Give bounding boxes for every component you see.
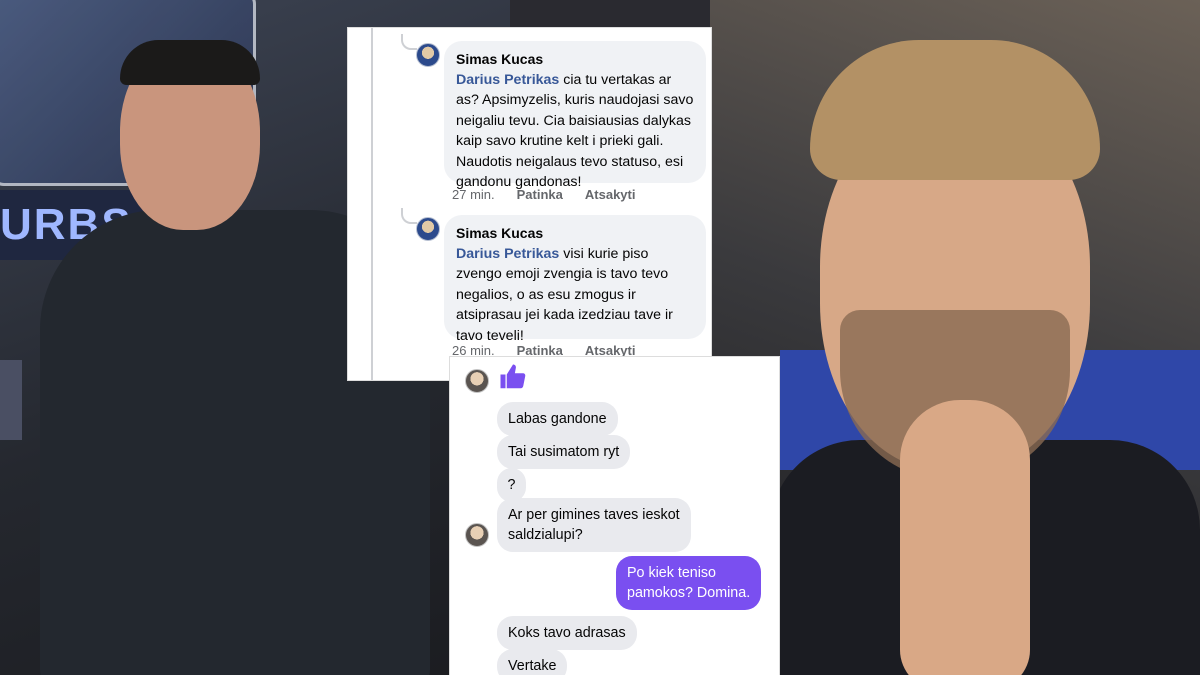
mention-link[interactable]: Darius Petrikas bbox=[456, 72, 559, 88]
contact-avatar[interactable] bbox=[465, 369, 489, 393]
messenger-chat: Labas gandone Tai susimatom ryt ? Ar per… bbox=[450, 357, 779, 675]
message-bubble: Tai susimatom ryt bbox=[497, 435, 631, 469]
sent-message-bubble: Po kiek teniso pamokos? Domina. bbox=[616, 556, 762, 610]
comment-time[interactable]: 26 min. bbox=[452, 343, 495, 358]
like-link[interactable]: Patinka bbox=[517, 343, 563, 358]
comment-time[interactable]: 27 min. bbox=[452, 187, 495, 202]
comment-meta: 26 min. Patinka Atsakyti bbox=[452, 343, 657, 358]
reply-link[interactable]: Atsakyti bbox=[585, 343, 636, 358]
message-bubble: Labas gandone bbox=[497, 402, 618, 436]
hair bbox=[810, 40, 1100, 180]
comment-text: cia tu vertakas ar as? Apsimyzelis, kuri… bbox=[456, 71, 694, 191]
comment-author[interactable]: Simas Kucas bbox=[456, 223, 694, 244]
bearded-man bbox=[770, 20, 1200, 675]
comment-bubble: Simas Kucas Darius Petrikas cia tu vertak… bbox=[444, 41, 706, 190]
reply-link[interactable]: Atsakyti bbox=[585, 187, 636, 202]
comment-bubble: Simas Kucas Darius Petrikas visi kurie pi… bbox=[444, 215, 706, 344]
reply-connector bbox=[401, 34, 417, 50]
comment-meta: 27 min. Patinka Atsakyti bbox=[452, 187, 657, 202]
contact-avatar[interactable] bbox=[465, 523, 489, 547]
message-bubble: Vertake bbox=[497, 649, 568, 675]
comment-author[interactable]: Simas Kucas bbox=[456, 49, 694, 70]
message-bubble: Koks tavo adrasas bbox=[497, 616, 637, 650]
message-bubble: ? bbox=[497, 468, 526, 502]
mention-link[interactable]: Darius Petrikas bbox=[456, 246, 559, 262]
avatar[interactable] bbox=[416, 217, 440, 241]
thread-line bbox=[371, 28, 373, 380]
thumbs-up-icon[interactable] bbox=[498, 362, 528, 392]
message-bubble: Ar per gimines taves ieskot saldzialupi? bbox=[497, 498, 691, 552]
side-logo bbox=[0, 360, 22, 440]
reply-connector bbox=[401, 208, 417, 224]
hair bbox=[120, 40, 260, 85]
hand bbox=[900, 400, 1030, 675]
like-link[interactable]: Patinka bbox=[517, 187, 563, 202]
comment-thread: Simas Kucas Darius Petrikas cia tu vertak… bbox=[348, 28, 711, 380]
avatar[interactable] bbox=[416, 43, 440, 67]
right-photo bbox=[710, 0, 1200, 675]
